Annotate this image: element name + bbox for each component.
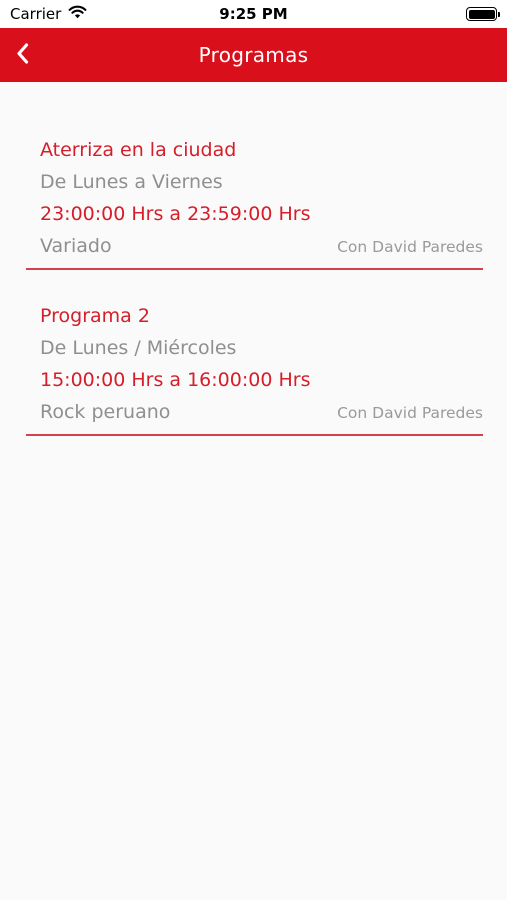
program-hours: 23:00:00 Hrs a 23:59:00 Hrs — [40, 203, 311, 225]
program-genre: Rock peruano — [40, 401, 171, 423]
program-days: De Lunes a Viernes — [40, 171, 223, 193]
status-bar: Carrier 9:25 PM — [0, 0, 507, 28]
program-host: Con David Paredes — [337, 404, 483, 422]
program-host: Con David Paredes — [337, 238, 483, 256]
program-item[interactable]: Aterriza en la ciudad De Lunes a Viernes… — [26, 137, 483, 270]
program-hours: 15:00:00 Hrs a 16:00:00 Hrs — [40, 369, 311, 391]
battery-icon — [466, 7, 500, 21]
navigation-bar: Programas — [0, 28, 507, 82]
program-list: Aterriza en la ciudad De Lunes a Viernes… — [0, 82, 507, 436]
program-name: Aterriza en la ciudad — [40, 139, 237, 161]
status-time: 9:25 PM — [219, 5, 288, 23]
program-name: Programa 2 — [40, 305, 150, 327]
program-genre: Variado — [40, 235, 112, 257]
program-item[interactable]: Programa 2 De Lunes / Miércoles 15:00:00… — [26, 270, 483, 436]
page-title: Programas — [198, 43, 309, 67]
program-days: De Lunes / Miércoles — [40, 337, 237, 359]
